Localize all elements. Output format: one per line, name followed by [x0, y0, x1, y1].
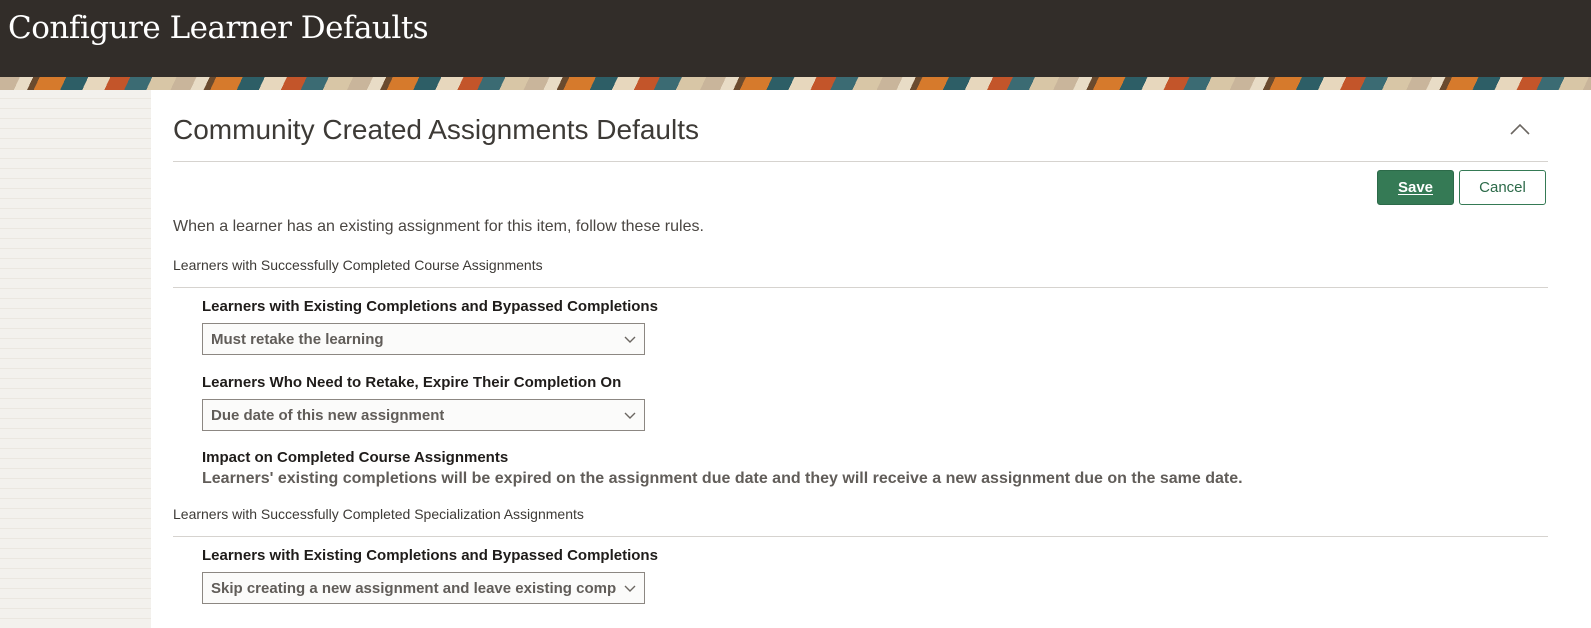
app-header: Configure Learner Defaults	[0, 0, 1591, 77]
specialization-existing-completions-label: Learners with Existing Completions and B…	[202, 547, 658, 564]
course-group-divider	[173, 287, 1548, 288]
section-title: Community Created Assignments Defaults	[173, 114, 699, 145]
left-gutter	[0, 90, 151, 628]
select-value: Due date of this new assignment	[211, 406, 445, 424]
select-value: Must retake the learning	[211, 330, 384, 348]
page-title: Configure Learner Defaults	[8, 10, 429, 46]
cancel-button[interactable]: Cancel	[1459, 170, 1546, 205]
course-impact-text: Learners' existing completions will be e…	[202, 470, 1243, 487]
collapse-button[interactable]	[1505, 116, 1535, 142]
course-expire-on-select[interactable]: Due date of this new assignment	[202, 399, 645, 431]
chevron-down-icon	[624, 585, 636, 592]
chevron-down-icon	[624, 336, 636, 343]
decorative-banner	[0, 77, 1591, 90]
chevron-down-icon	[624, 412, 636, 419]
specialization-group-divider	[173, 536, 1548, 537]
course-impact-label: Impact on Completed Course Assignments	[202, 449, 509, 466]
defaults-panel: Community Created Assignments Defaults S…	[151, 90, 1591, 628]
course-group-heading: Learners with Successfully Completed Cou…	[173, 257, 543, 273]
save-button[interactable]: Save	[1377, 170, 1454, 205]
course-existing-completions-label: Learners with Existing Completions and B…	[202, 298, 658, 315]
intro-text: When a learner has an existing assignmen…	[173, 218, 704, 235]
course-expire-on-label: Learners Who Need to Retake, Expire Thei…	[202, 374, 622, 391]
specialization-existing-completions-select[interactable]: Skip creating a new assignment and leave…	[202, 572, 645, 604]
course-existing-completions-select[interactable]: Must retake the learning	[202, 323, 645, 355]
specialization-group-heading: Learners with Successfully Completed Spe…	[173, 506, 584, 522]
select-value: Skip creating a new assignment and leave…	[211, 579, 616, 597]
section-divider	[173, 161, 1548, 162]
chevron-up-icon	[1510, 123, 1530, 135]
